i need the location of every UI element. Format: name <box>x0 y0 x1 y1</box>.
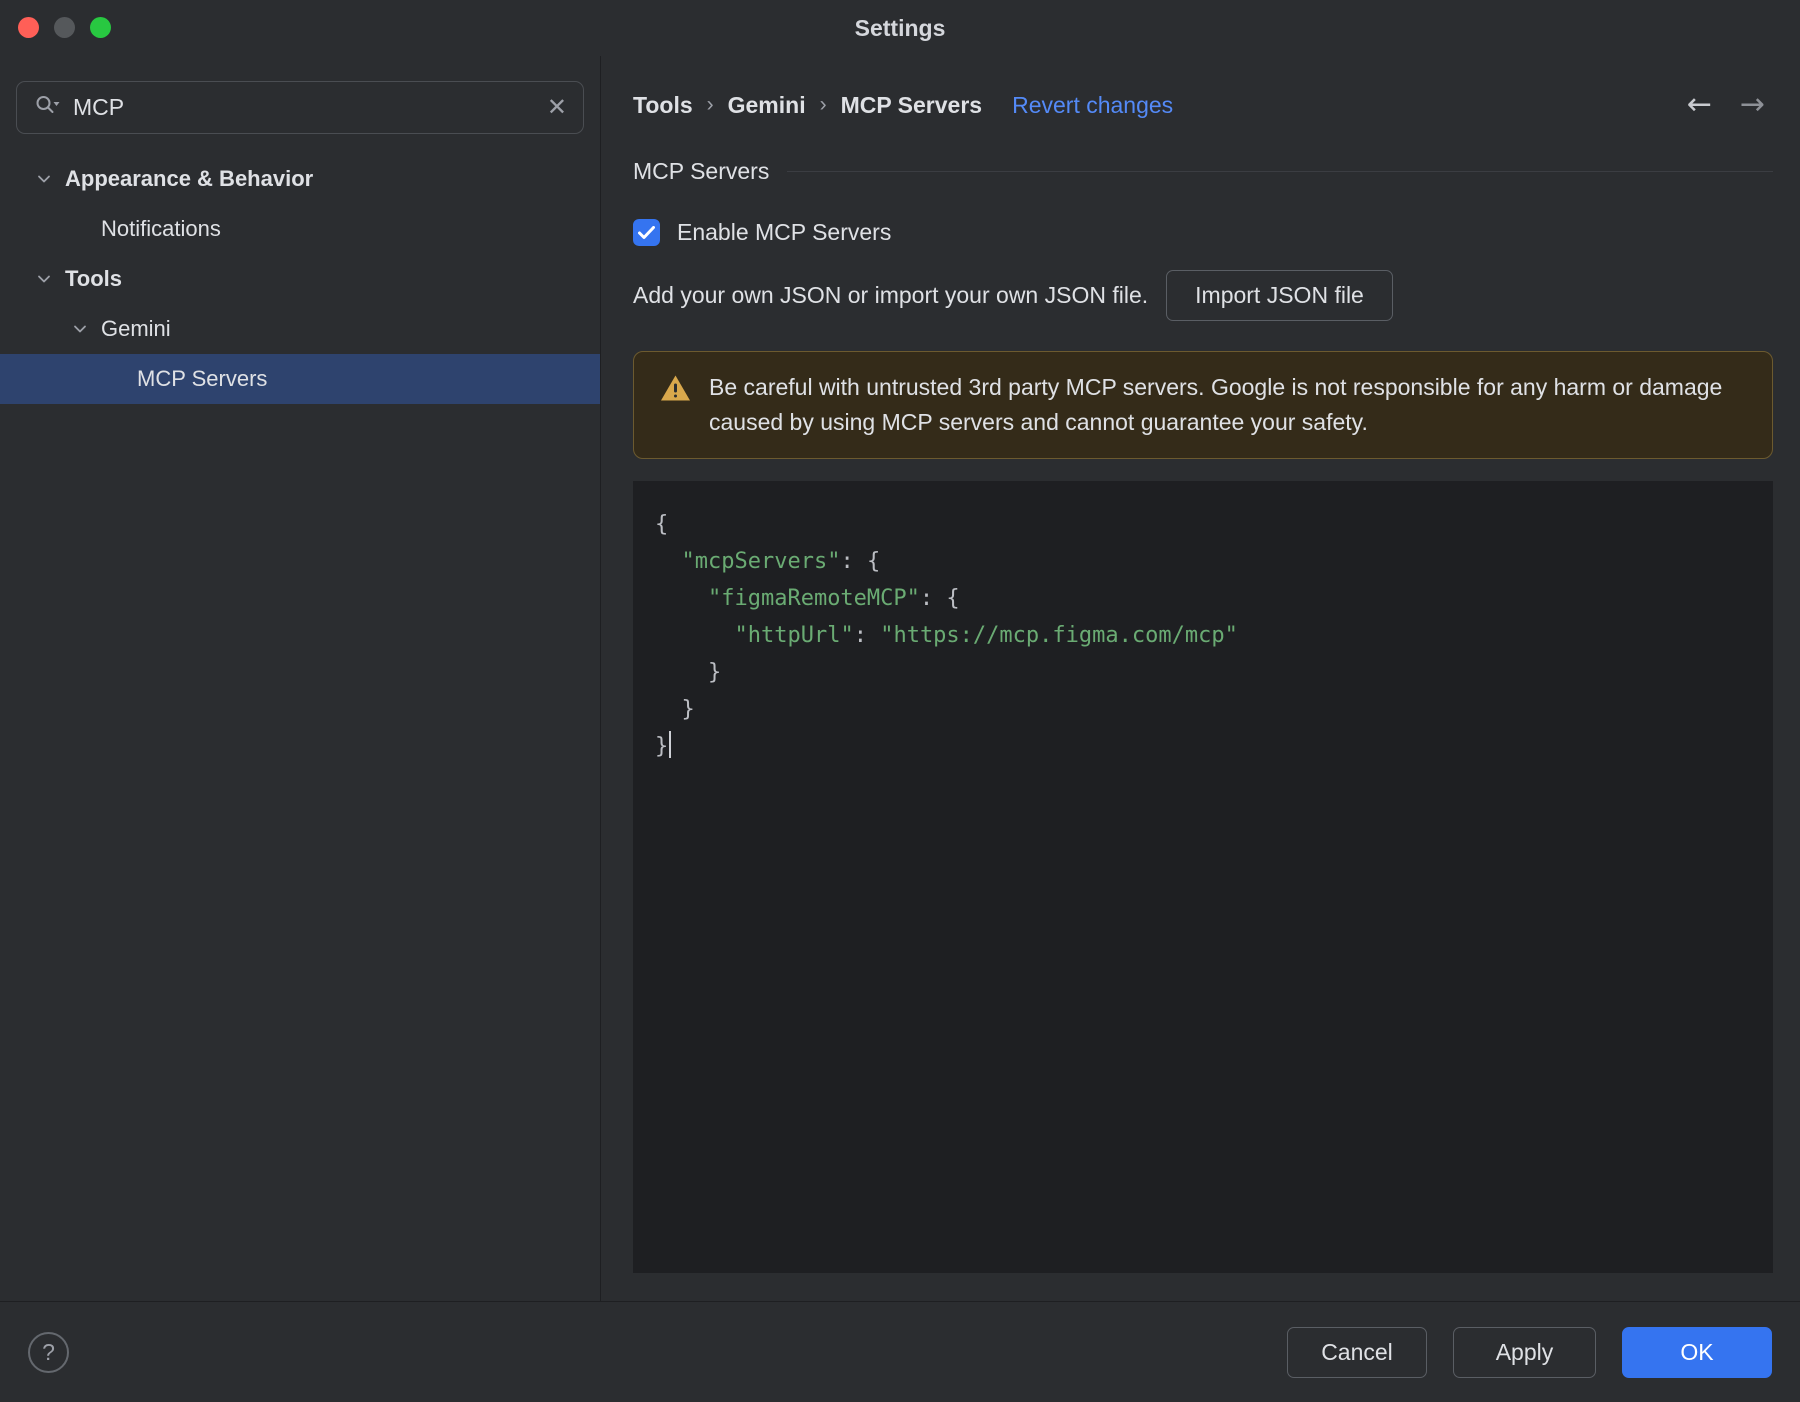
settings-sidebar: ✕ Appearance & Behavior Notifications Tool… <box>0 56 601 1301</box>
breadcrumb-item-gemini[interactable]: Gemini <box>728 92 806 119</box>
forward-icon[interactable]: → <box>1740 90 1765 120</box>
main-area: ✕ Appearance & Behavior Notifications Tool… <box>0 56 1800 1301</box>
window-title: Settings <box>854 14 946 41</box>
breadcrumb-item-mcp-servers[interactable]: MCP Servers <box>841 92 983 119</box>
sidebar-item-label: Notifications <box>101 216 221 241</box>
import-description: Add your own JSON or import your own JSO… <box>633 282 1149 308</box>
sidebar-item-gemini[interactable]: Gemini <box>0 304 600 354</box>
import-row: Add your own JSON or import your own JSO… <box>633 270 1773 321</box>
back-icon[interactable]: ← <box>1687 90 1712 120</box>
search-input[interactable] <box>73 94 535 121</box>
warning-banner: Be careful with untrusted 3rd party MCP … <box>633 351 1773 459</box>
settings-tree: Appearance & Behavior Notifications Tools G… <box>0 154 600 404</box>
sidebar-item-label: Gemini <box>101 316 171 341</box>
breadcrumb-item-tools[interactable]: Tools <box>633 92 693 119</box>
section-header: MCP Servers <box>633 158 1773 185</box>
chevron-down-icon[interactable] <box>73 325 101 334</box>
section-divider <box>787 171 1773 172</box>
breadcrumb-separator-icon: › <box>819 93 827 116</box>
help-icon[interactable]: ? <box>28 1331 69 1373</box>
apply-button[interactable]: Apply <box>1453 1326 1596 1378</box>
code-line: } <box>655 697 695 722</box>
traffic-lights <box>18 17 111 38</box>
code-line: } <box>655 728 1751 765</box>
ok-button[interactable]: OK <box>1622 1326 1772 1378</box>
dialog-footer: ? Cancel Apply OK <box>0 1301 1800 1402</box>
chevron-down-icon[interactable] <box>37 175 65 184</box>
titlebar: Settings <box>0 0 1800 56</box>
json-editor-code: { "mcpServers": { "figmaRemoteMCP": { "h… <box>633 481 1773 790</box>
cancel-button[interactable]: Cancel <box>1287 1326 1427 1378</box>
warning-icon <box>660 374 691 408</box>
settings-window: Settings ✕ Appearance & Behavior Notifica… <box>0 0 1800 1402</box>
enable-mcp-checkbox[interactable] <box>633 219 660 246</box>
sidebar-item-mcp-servers[interactable]: MCP Servers <box>0 354 600 404</box>
settings-search-box[interactable]: ✕ <box>16 81 584 134</box>
warning-text: Be careful with untrusted 3rd party MCP … <box>709 374 1723 435</box>
revert-changes-link[interactable]: Revert changes <box>1012 92 1173 119</box>
enable-mcp-row: Enable MCP Servers <box>633 219 1773 246</box>
sidebar-item-notifications[interactable]: Notifications <box>0 204 600 254</box>
enable-mcp-label: Enable MCP Servers <box>677 219 892 245</box>
mcp-json-editor[interactable]: { "mcpServers": { "figmaRemoteMCP": { "h… <box>633 481 1773 1273</box>
history-nav: ← → <box>1687 90 1773 120</box>
sidebar-item-label: Appearance & Behavior <box>65 166 314 191</box>
text-cursor <box>669 731 672 758</box>
code-line: { <box>655 512 669 537</box>
code-line: "mcpServers": { <box>681 549 881 574</box>
search-icon[interactable] <box>33 92 61 124</box>
import-json-file-button[interactable]: Import JSON file <box>1166 270 1393 321</box>
section-title: MCP Servers <box>633 158 770 184</box>
code-line: } <box>655 660 722 685</box>
clear-search-icon[interactable]: ✕ <box>547 95 567 120</box>
content-header: Tools › Gemini › MCP Servers Revert chan… <box>633 90 1773 120</box>
settings-content: Tools › Gemini › MCP Servers Revert chan… <box>601 56 1800 1301</box>
zoom-window-button[interactable] <box>90 17 111 38</box>
breadcrumb-separator-icon: › <box>706 93 714 116</box>
sidebar-item-label: MCP Servers <box>137 366 268 391</box>
chevron-down-icon[interactable] <box>37 275 65 284</box>
minimize-window-button[interactable] <box>54 17 75 38</box>
sidebar-item-label: Tools <box>65 266 123 291</box>
close-window-button[interactable] <box>18 17 39 38</box>
sidebar-item-appearance-behavior[interactable]: Appearance & Behavior <box>0 154 600 204</box>
code-line: "figmaRemoteMCP": { <box>707 586 960 611</box>
code-line: "httpUrl": "https://mcp.figma.com/mcp" <box>734 623 1238 648</box>
sidebar-item-tools[interactable]: Tools <box>0 254 600 304</box>
